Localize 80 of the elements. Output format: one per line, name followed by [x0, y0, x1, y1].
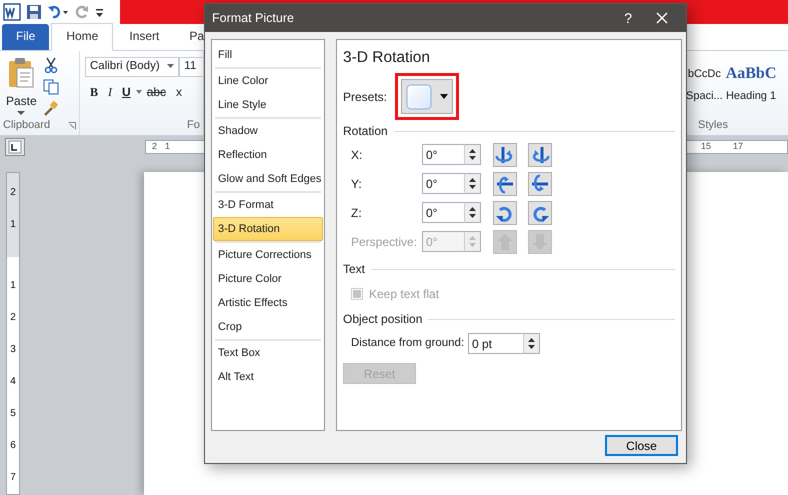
paste-button[interactable]: Paste [6, 56, 37, 117]
group-label: Fo [187, 118, 200, 133]
ribbon-tab[interactable]: Home [51, 22, 114, 51]
style-name: Spaci... [686, 88, 723, 104]
checkbox-label: Keep text flat [369, 286, 440, 304]
category-item[interactable]: Glow and Soft Edges [213, 167, 323, 191]
ruler-number: 2 [10, 312, 16, 323]
style-sample[interactable]: AaBbC [726, 62, 776, 85]
category-item[interactable]: Alt Text [213, 365, 323, 389]
category-item[interactable]: Text Box [213, 341, 323, 365]
category-item[interactable]: Picture Corrections [213, 243, 323, 267]
category-item[interactable]: Reflection [213, 143, 323, 167]
caret-icon[interactable] [136, 90, 142, 94]
category-item[interactable]: 3-D Format [213, 193, 323, 217]
close-icon[interactable] [656, 12, 668, 24]
ruler-number: 2 [10, 187, 16, 198]
angle-field[interactable]: 0° [422, 173, 464, 194]
style-name: Heading 1 [726, 88, 776, 104]
close-button[interactable]: Close [605, 435, 678, 456]
spin-arrows-icon[interactable] [469, 148, 476, 162]
scissors-icon[interactable] [42, 56, 59, 73]
category-item[interactable]: Crop [213, 315, 323, 339]
field-label: Y: [351, 176, 363, 193]
ruler-number: 3 [10, 344, 16, 355]
field-label: Distance from ground: [351, 336, 466, 352]
field-label: Perspective: [351, 234, 418, 251]
category-item[interactable]: 3-D Rotation [213, 217, 323, 241]
undo-icon[interactable] [47, 4, 69, 20]
tab-selector-icon[interactable] [5, 138, 25, 156]
ruler-number: 7 [10, 472, 16, 483]
ruler-number: 4 [10, 376, 16, 387]
format-button[interactable]: I [103, 82, 118, 101]
field-label: Presets: [343, 88, 388, 106]
font-name-field[interactable]: Calibri (Body) [85, 56, 180, 77]
ruler-number: 2 [152, 140, 158, 153]
caret-icon [17, 110, 26, 116]
category-item[interactable]: Artistic Effects [213, 291, 323, 315]
clipboard-icon [7, 56, 36, 89]
preset-swatch-icon [406, 84, 432, 110]
section-heading: 3-D Rotation [343, 48, 432, 68]
category-item[interactable]: Shadow [213, 119, 323, 143]
format-button[interactable]: abc [142, 82, 172, 101]
help-button[interactable]: ? [624, 8, 632, 28]
section-header: Text [343, 261, 366, 278]
ribbon-tab[interactable]: File [2, 24, 50, 50]
word-logo-icon [3, 2, 21, 21]
field-label: X: [351, 146, 364, 164]
category-item[interactable]: Line Color [213, 69, 323, 93]
ruler-number: 5 [10, 408, 16, 419]
section-header: Rotation [343, 123, 388, 140]
ruler-number: 17 [733, 140, 744, 153]
distance-field[interactable]: 0 pt [468, 333, 523, 354]
ruler-number: 15 [701, 140, 712, 153]
dialog-launcher-icon[interactable] [68, 122, 76, 130]
font-size-field[interactable]: 11 [179, 56, 203, 77]
format-button[interactable]: U [117, 82, 136, 101]
ruler-number: 1 [10, 219, 16, 230]
format-button[interactable]: x [171, 82, 188, 101]
ruler-number: 1 [165, 140, 170, 153]
category-item[interactable]: Picture Color [213, 267, 323, 291]
group-label: Clipboard [3, 118, 50, 133]
paintbrush-icon[interactable] [42, 100, 59, 117]
format-button[interactable]: B [85, 82, 104, 101]
section-header: Object position [343, 311, 422, 328]
ribbon-tab[interactable]: Insert [115, 24, 174, 50]
category-item[interactable]: Line Style [213, 93, 323, 117]
copy-icon[interactable] [42, 78, 59, 95]
field-label: Z: [351, 204, 363, 222]
spin-arrows-icon[interactable] [469, 177, 476, 190]
angle-field[interactable]: 0° [422, 202, 464, 224]
dropdown-arrow-icon [440, 94, 448, 100]
angle-field[interactable]: 0° [422, 144, 464, 166]
spin-arrows-icon[interactable] [528, 337, 535, 350]
ruler-number: 1 [10, 280, 16, 291]
ruler-number: 6 [10, 440, 16, 451]
save-icon[interactable] [26, 4, 42, 20]
style-sample[interactable]: bCcDc [688, 62, 721, 85]
spin-arrows-icon[interactable] [469, 206, 476, 220]
group-label: Styles [697, 118, 729, 133]
dropdown-arrow-icon [167, 64, 174, 70]
